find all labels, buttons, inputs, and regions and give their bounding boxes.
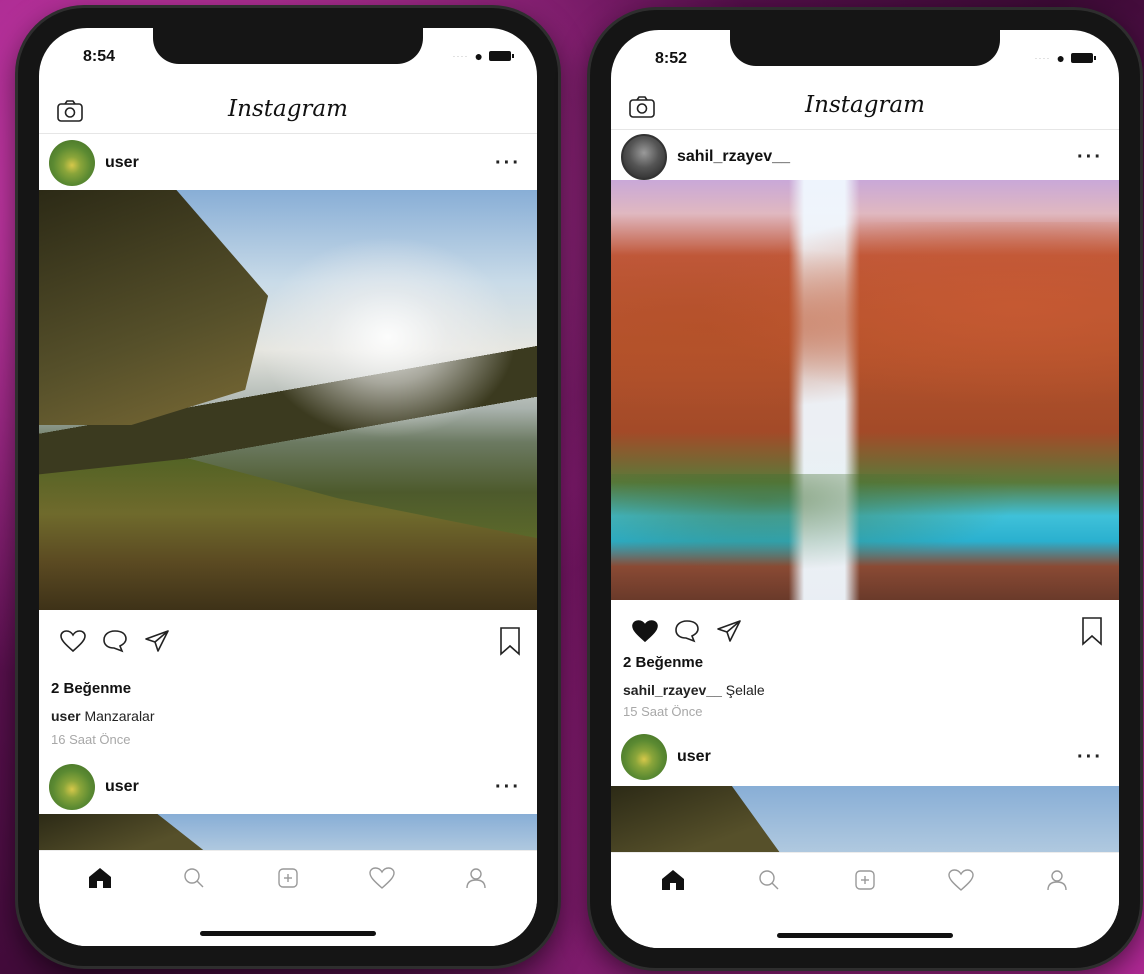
status-time: 8:52 [655,50,688,67]
share-icon[interactable] [715,619,743,643]
comment-icon[interactable] [101,628,129,654]
app-header: Instagram [39,90,537,134]
caption-text: Şelale [725,682,765,698]
post-username[interactable]: user [105,154,139,172]
avatar[interactable] [621,734,667,780]
notch [153,28,423,64]
avatar[interactable] [49,764,95,810]
like-heart-icon[interactable] [59,629,87,653]
wifi-icon: ● [474,48,483,64]
app-title: Instagram [228,96,348,122]
battery-icon [489,51,514,61]
home-indicator[interactable] [200,931,376,936]
phone-frame-right: 8:52 ···· ● Instagram sahil_rzayev__ ··· [590,10,1140,968]
bookmark-icon[interactable] [1081,616,1103,646]
battery-icon [1071,53,1096,63]
caption-username[interactable]: sahil_rzayev__ [623,682,722,698]
post-time: 16 Saat Önce [51,732,131,747]
home-icon[interactable] [83,863,117,893]
post-actions [611,608,1119,654]
post-actions [39,618,537,664]
phone-screen-right: 8:52 ···· ● Instagram sahil_rzayev__ ··· [611,30,1119,948]
bookmark-icon[interactable] [499,626,521,656]
post-image[interactable] [611,786,1119,858]
status-icons: ···· ● [452,48,514,64]
app-header: Instagram [611,86,1119,130]
add-post-icon[interactable] [848,865,882,895]
bottom-tab-bar [611,852,1119,948]
add-post-icon[interactable] [271,863,305,893]
app-title: Instagram [805,92,925,118]
bottom-tab-bar [39,850,537,946]
post-username[interactable]: user [105,778,139,796]
status-time: 8:54 [83,48,116,65]
post-username[interactable]: user [677,748,711,766]
liked-heart-icon[interactable] [631,619,659,643]
notch [730,30,1000,66]
signal-icon: ···· [452,51,469,61]
post-username[interactable]: sahil_rzayev__ [677,148,790,166]
activity-heart-icon[interactable] [944,865,978,895]
status-icons: ···· ● [1034,50,1096,66]
avatar[interactable] [621,134,667,180]
signal-icon: ···· [1034,53,1051,63]
post-header: user ··· [39,760,537,814]
post-header: user ··· [611,730,1119,784]
more-options-icon[interactable]: ··· [1077,746,1103,769]
wifi-icon: ● [1056,50,1065,66]
post-image[interactable] [611,180,1119,600]
home-icon[interactable] [656,865,690,895]
more-options-icon[interactable]: ··· [495,152,521,175]
likes-count[interactable]: 2 Beğenme [623,654,703,671]
share-icon[interactable] [143,629,171,653]
home-indicator[interactable] [777,933,953,938]
activity-heart-icon[interactable] [365,863,399,893]
profile-icon[interactable] [459,863,493,893]
likes-count[interactable]: 2 Beğenme [51,680,131,697]
post-caption: user Manzaralar [51,708,155,724]
post-image[interactable] [39,814,537,854]
avatar[interactable] [49,140,95,186]
post-header: user ··· [39,136,537,190]
caption-username[interactable]: user [51,708,81,724]
search-icon[interactable] [752,865,786,895]
post-caption: sahil_rzayev__ Şelale [623,682,765,698]
post-time: 15 Saat Önce [623,704,703,719]
search-icon[interactable] [177,863,211,893]
more-options-icon[interactable]: ··· [495,776,521,799]
more-options-icon[interactable]: ··· [1077,146,1103,169]
post-image[interactable] [39,190,537,610]
phone-frame-left: 8:54 ···· ● Instagram user ··· 2 Beğenme… [18,8,558,966]
phone-screen-left: 8:54 ···· ● Instagram user ··· 2 Beğenme… [39,28,537,946]
comment-icon[interactable] [673,618,701,644]
post-header: sahil_rzayev__ ··· [611,130,1119,184]
profile-icon[interactable] [1040,865,1074,895]
caption-text: Manzaralar [84,708,155,724]
